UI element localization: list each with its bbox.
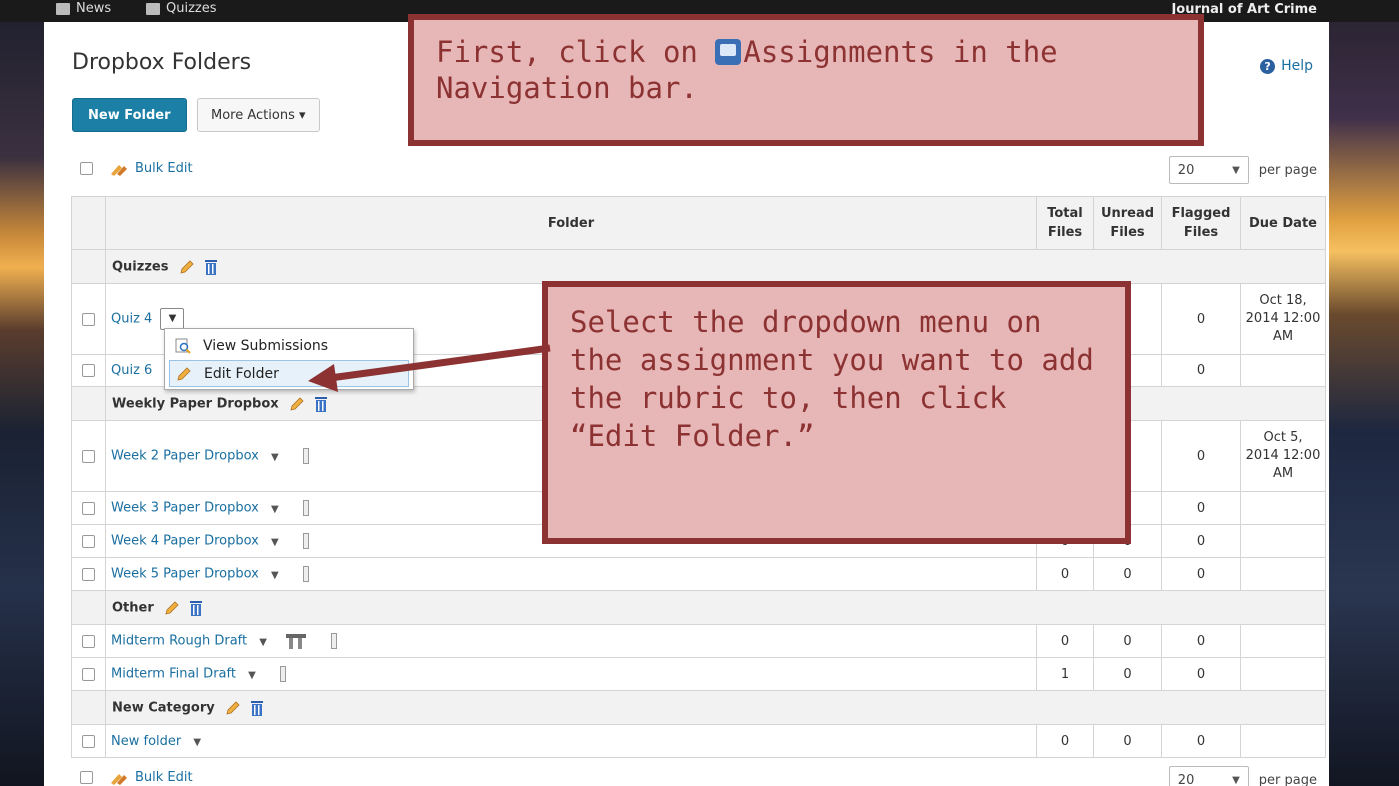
folder-link-week5[interactable]: Week 5 Paper Dropbox: [111, 567, 259, 582]
instruction-callout-1: First, click on Assignments in the Navig…: [408, 14, 1204, 146]
more-actions-button[interactable]: More Actions ▾: [197, 98, 320, 132]
folder-link-midterm-rough[interactable]: Midterm Rough Draft: [111, 634, 247, 649]
assignments-icon: [715, 39, 742, 65]
nav-news[interactable]: News: [56, 1, 111, 16]
chevron-down-icon[interactable]: ▼: [248, 670, 256, 681]
folder-link-week2[interactable]: Week 2 Paper Dropbox: [111, 449, 259, 464]
chevron-down-icon[interactable]: ▼: [271, 504, 279, 515]
folder-link-quiz6[interactable]: Quiz 6: [111, 363, 152, 378]
help-icon: ?: [1260, 58, 1276, 74]
per-page-bottom: 20 ▼ per page: [1168, 766, 1317, 786]
category-row: Other: [71, 590, 1326, 625]
per-page-select[interactable]: 20 ▼: [1168, 156, 1249, 184]
table-row: Midterm Rough Draft ▼ 0 0 0: [71, 624, 1326, 658]
bulk-edit-icon: [111, 773, 127, 785]
row-checkbox[interactable]: [82, 667, 95, 681]
trash-icon[interactable]: [250, 699, 264, 717]
category-quizzes: Quizzes: [105, 249, 1326, 284]
rubric-icon: [331, 633, 338, 649]
new-folder-button[interactable]: New Folder: [72, 98, 187, 132]
header-folder[interactable]: Folder: [105, 196, 1037, 250]
table-row: Midterm Final Draft ▼ 1 0 0: [71, 657, 1326, 691]
trash-icon[interactable]: [204, 258, 218, 276]
row-checkbox[interactable]: [82, 567, 95, 581]
news-icon: [56, 2, 70, 15]
rubric-icon: [302, 500, 309, 516]
rubric-icon: [302, 448, 309, 464]
pointer-arrow: [308, 344, 551, 392]
bulk-edit-icon: [111, 164, 127, 176]
header-checkbox-col: [71, 196, 106, 250]
pencil-icon[interactable]: [179, 259, 195, 275]
group-submission-icon: [286, 634, 307, 649]
category-other: Other: [105, 590, 1326, 625]
per-page-select-bottom[interactable]: 20 ▼: [1168, 766, 1249, 786]
header-total-files[interactable]: Total Files: [1036, 196, 1094, 250]
row-checkbox[interactable]: [82, 449, 95, 463]
category-new-category: New Category: [105, 690, 1326, 725]
header-due-date[interactable]: Due Date: [1240, 196, 1326, 250]
table-header-row: Folder Total Files Unread Files Flagged …: [71, 196, 1326, 250]
chevron-down-icon[interactable]: ▼: [271, 537, 279, 548]
select-all-checkbox[interactable]: [80, 162, 93, 175]
chevron-down-icon[interactable]: ▼: [193, 737, 201, 748]
chevron-down-icon[interactable]: ▼: [259, 637, 267, 648]
bulk-edit-link-bottom[interactable]: Bulk Edit: [109, 770, 193, 785]
folder-link-week4[interactable]: Week 4 Paper Dropbox: [111, 534, 259, 549]
help-link[interactable]: ? Help: [1260, 58, 1313, 74]
row-checkbox[interactable]: [82, 364, 95, 377]
rubric-icon: [279, 666, 286, 682]
magnifier-icon: [175, 338, 191, 354]
table-row: New folder ▼ 0 0 0: [71, 724, 1326, 758]
quizzes-icon: [146, 2, 160, 15]
bulk-edit-bottom: Bulk Edit: [80, 770, 193, 785]
bulk-edit-top: Bulk Edit: [80, 161, 193, 176]
folder-link-new-folder[interactable]: New folder: [111, 734, 181, 749]
folder-link-midterm-final[interactable]: Midterm Final Draft: [111, 667, 236, 682]
pencil-icon[interactable]: [164, 600, 180, 616]
background-right: [1329, 0, 1399, 786]
background-left: [0, 0, 44, 786]
chevron-down-icon[interactable]: ▼: [271, 452, 279, 463]
chevron-down-icon: ▼: [1232, 164, 1240, 176]
chevron-down-icon[interactable]: ▼: [271, 570, 279, 581]
pencil-icon[interactable]: [225, 700, 241, 716]
category-row: Quizzes: [71, 249, 1326, 284]
chevron-down-icon[interactable]: ▼: [160, 308, 185, 330]
select-all-checkbox-bottom[interactable]: [80, 771, 93, 784]
row-checkbox[interactable]: [82, 534, 95, 548]
row-checkbox[interactable]: [82, 634, 95, 648]
table-row: Week 5 Paper Dropbox ▼ 0 0 0: [71, 557, 1326, 591]
nav-quizzes[interactable]: Quizzes: [146, 1, 217, 16]
rubric-icon: [302, 566, 309, 582]
header-flagged-files[interactable]: Flagged Files: [1161, 196, 1241, 250]
row-checkbox[interactable]: [82, 312, 95, 326]
folder-link-quiz4[interactable]: Quiz 4: [111, 312, 152, 327]
per-page-top: 20 ▼ per page: [1168, 156, 1317, 184]
bulk-edit-link[interactable]: Bulk Edit: [109, 161, 193, 176]
header-unread-files[interactable]: Unread Files: [1093, 196, 1162, 250]
page-title: Dropbox Folders: [72, 50, 252, 75]
category-row: New Category: [71, 690, 1326, 725]
rubric-icon: [302, 533, 309, 549]
row-checkbox[interactable]: [82, 734, 95, 748]
row-checkbox[interactable]: [82, 501, 95, 515]
folder-link-week3[interactable]: Week 3 Paper Dropbox: [111, 501, 259, 516]
chevron-down-icon: ▼: [1232, 774, 1240, 786]
trash-icon[interactable]: [189, 599, 203, 617]
pencil-icon: [177, 366, 191, 381]
instruction-callout-2: Select the dropdown menu on the assignme…: [542, 281, 1131, 544]
